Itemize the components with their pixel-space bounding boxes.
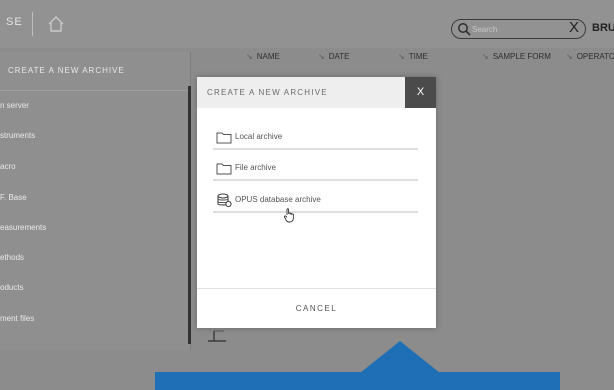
sort-arrow-icon: ↘ — [482, 52, 489, 61]
close-button[interactable]: X — [405, 77, 436, 108]
clear-search-button[interactable]: X — [569, 19, 579, 36]
app-title-fragment: SE — [6, 16, 23, 28]
divider — [0, 90, 190, 91]
folder-icon — [216, 132, 232, 144]
sidebar-item[interactable]: n server — [0, 101, 29, 110]
folder-icon — [216, 163, 232, 175]
database-icon — [217, 193, 232, 207]
sidebar-item[interactable]: oducts — [0, 283, 24, 292]
sort-arrow-icon: ↘ — [566, 52, 573, 61]
divider — [32, 12, 33, 36]
sidebar: CREATE A NEW ARCHIVE n server struments … — [0, 52, 191, 350]
column-header-operator[interactable]: ↘ OPERATO — [566, 52, 614, 61]
cancel-button[interactable]: CANCEL — [197, 289, 436, 328]
sidebar-resize-handle[interactable] — [188, 86, 191, 344]
dialog-header: CREATE A NEW ARCHIVE X — [197, 77, 436, 108]
sidebar-item[interactable]: acro — [0, 162, 16, 171]
sort-arrow-icon: ↘ — [398, 52, 405, 61]
file-archive-option[interactable]: File archive — [213, 159, 418, 181]
top-bar: SE X BRU — [0, 0, 614, 48]
column-header-time[interactable]: ↘ TIME — [398, 52, 428, 61]
sidebar-item[interactable]: ethods — [0, 253, 24, 262]
dialog-title: CREATE A NEW ARCHIVE — [207, 88, 328, 97]
create-archive-dialog: CREATE A NEW ARCHIVE X Local archive Fil… — [197, 77, 436, 328]
opus-database-archive-option[interactable]: OPUS database archive — [213, 191, 418, 213]
option-label: Local archive — [235, 132, 283, 141]
tree-icon — [208, 330, 226, 342]
sidebar-item[interactable]: F. Base — [0, 193, 27, 202]
hand-cursor-icon — [283, 208, 294, 223]
sidebar-item[interactable]: ment files — [0, 314, 34, 323]
sidebar-heading: CREATE A NEW ARCHIVE — [8, 66, 125, 75]
column-header-date[interactable]: ↘ DATE — [318, 52, 349, 61]
column-header-sample-form[interactable]: ↘ SAMPLE FORM — [482, 52, 551, 61]
local-archive-option[interactable]: Local archive — [213, 128, 418, 150]
sort-arrow-icon: ↘ — [246, 52, 253, 61]
callout-box — [155, 372, 560, 390]
column-header-name[interactable]: ↘ NAME — [246, 52, 280, 61]
brand-logo-fragment: BRU — [592, 22, 614, 34]
option-label: OPUS database archive — [235, 195, 321, 204]
search-box[interactable]: X — [451, 19, 586, 39]
home-icon[interactable] — [46, 14, 66, 34]
callout-pointer — [360, 341, 440, 373]
search-input[interactable] — [472, 22, 552, 36]
sort-arrow-icon: ↘ — [318, 52, 325, 61]
sidebar-item[interactable]: easurements — [0, 223, 46, 232]
search-icon — [458, 23, 471, 36]
option-label: File archive — [235, 163, 276, 172]
sidebar-item[interactable]: struments — [0, 131, 35, 140]
